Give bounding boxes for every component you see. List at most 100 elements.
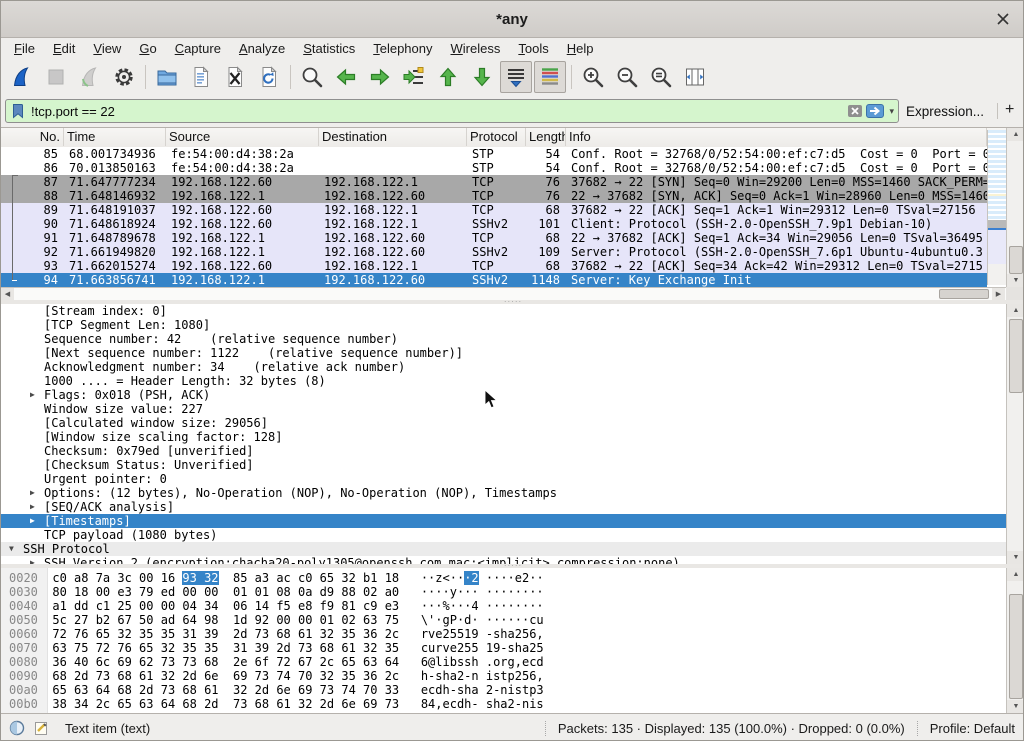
titlebar[interactable]: *any [1, 1, 1023, 38]
scroll-down-arrow[interactable]: ▼ [1007, 551, 1024, 564]
hex-row[interactable]: 0090 68 2d 73 68 61 32 2d 6e 69 73 74 70… [1, 669, 1024, 683]
hex-row[interactable]: 0050 5c 27 b2 67 50 ad 64 98 1d 92 00 00… [1, 613, 1024, 627]
reload-file-button[interactable] [253, 61, 285, 93]
previous-packet-button[interactable] [330, 61, 362, 93]
detail-row[interactable]: Window size value: 227 [1, 402, 1024, 416]
bytes-scrollbar[interactable]: ▲ ▼ [1006, 568, 1024, 713]
packet-row[interactable]: 8771.647777234192.168.122.60192.168.122.… [1, 175, 987, 189]
scroll-down-arrow[interactable]: ▼ [1007, 274, 1024, 287]
open-file-button[interactable] [151, 61, 183, 93]
packet-row[interactable]: 9071.648618924192.168.122.60192.168.122.… [1, 217, 987, 231]
hex-row[interactable]: 0020 c0 a8 7a 3c 00 16 93 32 85 a3 ac c0… [1, 571, 1024, 585]
expression-button[interactable]: Expression... [906, 104, 984, 119]
column-header-time[interactable]: Time [64, 128, 166, 146]
detail-row[interactable]: Sequence number: 42 (relative sequence n… [1, 332, 1024, 346]
detail-row[interactable]: 1000 .... = Header Length: 32 bytes (8) [1, 374, 1024, 388]
scroll-thumb[interactable] [1009, 594, 1023, 699]
packet-row[interactable]: 9171.648789678192.168.122.1192.168.122.6… [1, 231, 987, 245]
menu-tools[interactable]: Tools [509, 39, 557, 58]
scroll-up-arrow[interactable]: ▲ [1007, 304, 1024, 317]
detail-row[interactable]: TCP payload (1080 bytes) [1, 528, 1024, 542]
zoom-out-button[interactable] [611, 61, 643, 93]
go-to-packet-button[interactable] [398, 61, 430, 93]
packet-list-scrollbar[interactable]: ▲ ▼ [1006, 128, 1024, 287]
expand-arrow-icon[interactable]: ▶ [30, 514, 44, 528]
packet-row[interactable]: 9471.663856741192.168.122.1192.168.122.6… [1, 273, 987, 287]
add-filter-button[interactable]: + [1005, 101, 1014, 119]
packet-row[interactable]: 8670.013850163fe:54:00:d4:38:2aSTP54Conf… [1, 161, 987, 175]
menu-analyze[interactable]: Analyze [230, 39, 294, 58]
auto-scroll-toggle-button[interactable] [500, 61, 532, 93]
column-header-protocol[interactable]: Protocol [467, 128, 526, 146]
hex-row[interactable]: 0080 36 40 6c 69 62 73 73 68 2e 6f 72 67… [1, 655, 1024, 669]
packet-row[interactable]: 8871.648146932192.168.122.1192.168.122.6… [1, 189, 987, 203]
column-header-no[interactable]: No. [1, 128, 64, 146]
detail-row[interactable]: Urgent pointer: 0 [1, 472, 1024, 486]
scroll-thumb[interactable] [1009, 246, 1023, 274]
detail-row[interactable]: Checksum: 0x79ed [unverified] [1, 444, 1024, 458]
menu-capture[interactable]: Capture [166, 39, 230, 58]
scroll-right-arrow[interactable]: ▶ [992, 288, 1005, 300]
packet-row[interactable]: 8971.648191037192.168.122.60192.168.122.… [1, 203, 987, 217]
detail-row[interactable]: [Calculated window size: 29056] [1, 416, 1024, 430]
find-packet-button[interactable] [296, 61, 328, 93]
scroll-left-arrow[interactable]: ◀ [1, 288, 14, 300]
expert-info-icon[interactable] [9, 720, 25, 736]
column-header-destination[interactable]: Destination [319, 128, 467, 146]
detail-row[interactable]: [TCP Segment Len: 1080] [1, 318, 1024, 332]
hex-row[interactable]: 00a0 65 63 64 68 2d 73 68 61 32 2d 6e 69… [1, 683, 1024, 697]
status-profile[interactable]: Profile: Default [917, 721, 1015, 736]
resize-columns-button[interactable] [679, 61, 711, 93]
start-capture-button[interactable] [6, 61, 38, 93]
collapse-arrow-icon[interactable]: ▼ [9, 542, 23, 556]
hscroll-thumb[interactable] [939, 289, 989, 299]
close-file-button[interactable] [219, 61, 251, 93]
detail-row[interactable]: [Next sequence number: 1122 (relative se… [1, 346, 1024, 360]
menu-edit[interactable]: Edit [44, 39, 84, 58]
column-header-source[interactable]: Source [166, 128, 319, 146]
hex-row[interactable]: 00b0 38 34 2c 65 63 64 68 2d 73 68 61 32… [1, 697, 1024, 711]
packet-minimap[interactable] [987, 130, 1006, 285]
first-packet-button[interactable] [432, 61, 464, 93]
detail-row[interactable]: [Stream index: 0] [1, 304, 1024, 318]
hex-row[interactable]: 0070 63 75 72 76 65 32 35 35 31 39 2d 73… [1, 641, 1024, 655]
scroll-down-arrow[interactable]: ▼ [1007, 700, 1024, 713]
detail-row[interactable]: Acknowledgment number: 34 (relative ack … [1, 360, 1024, 374]
filter-dropdown-caret[interactable]: ▾ [889, 106, 894, 117]
hex-row[interactable]: 0030 80 18 00 e3 79 ed 00 00 01 01 08 0a… [1, 585, 1024, 599]
packet-row[interactable]: 9371.662015274192.168.122.60192.168.122.… [1, 259, 987, 273]
expand-arrow-icon[interactable]: ▶ [30, 486, 44, 500]
hex-row[interactable]: 0060 72 76 65 32 35 35 31 39 2d 73 68 61… [1, 627, 1024, 641]
packet-row[interactable]: 8568.001734936fe:54:00:d4:38:2aSTP54Conf… [1, 147, 987, 161]
save-file-button[interactable] [185, 61, 217, 93]
scroll-thumb[interactable] [1009, 319, 1023, 393]
packet-row[interactable]: 9271.661949820192.168.122.1192.168.122.6… [1, 245, 987, 259]
zoom-in-button[interactable] [577, 61, 609, 93]
detail-row[interactable]: ▼SSH Protocol [1, 542, 1024, 556]
detail-row[interactable]: ▶[Timestamps] [1, 514, 1024, 528]
colorize-toggle-button[interactable] [534, 61, 566, 93]
capture-options-button[interactable] [108, 61, 140, 93]
detail-row[interactable]: ▶[SEQ/ACK analysis] [1, 500, 1024, 514]
expand-arrow-icon[interactable]: ▶ [30, 556, 44, 564]
apply-filter-button[interactable] [863, 103, 884, 119]
column-header-info[interactable]: Info [566, 128, 987, 146]
menu-help[interactable]: Help [558, 39, 603, 58]
restart-capture-button[interactable] [74, 61, 106, 93]
detail-row[interactable]: [Checksum Status: Unverified] [1, 458, 1024, 472]
menu-file[interactable]: File [5, 39, 44, 58]
hex-row[interactable]: 0040 a1 dd c1 25 00 00 04 34 06 14 f5 e8… [1, 599, 1024, 613]
menu-statistics[interactable]: Statistics [294, 39, 364, 58]
stop-capture-button[interactable] [40, 61, 72, 93]
menu-view[interactable]: View [84, 39, 130, 58]
display-filter-input[interactable]: !tcp.port == 22 ▾ [5, 99, 899, 123]
detail-row[interactable]: ▶Options: (12 bytes), No-Operation (NOP)… [1, 486, 1024, 500]
clear-filter-button[interactable] [847, 103, 863, 119]
details-scrollbar[interactable]: ▲ ▼ [1006, 304, 1024, 564]
menu-telephony[interactable]: Telephony [364, 39, 441, 58]
next-packet-button[interactable] [364, 61, 396, 93]
last-packet-button[interactable] [466, 61, 498, 93]
menu-wireless[interactable]: Wireless [442, 39, 510, 58]
bookmark-icon[interactable] [10, 103, 26, 119]
scroll-up-arrow[interactable]: ▲ [1007, 128, 1024, 141]
